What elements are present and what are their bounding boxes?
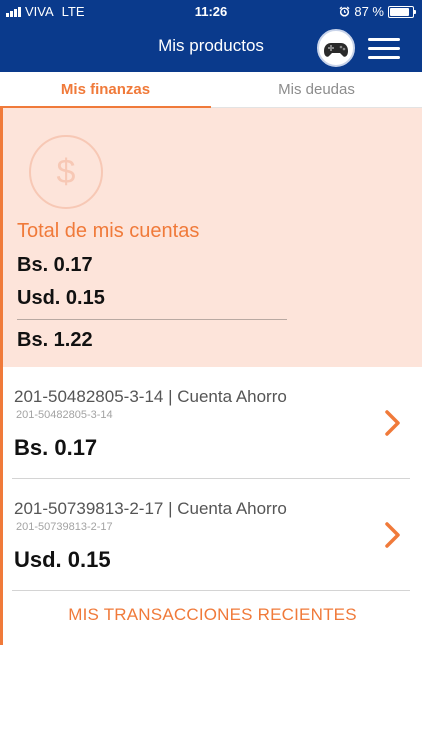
dollar-circle-icon: $ [29, 135, 103, 209]
recent-transactions-link[interactable]: MIS TRANSACCIONES RECIENTES [3, 605, 422, 625]
battery-info: 87 % [339, 4, 416, 19]
summary-bs-balance: Bs. 0.17 [17, 254, 93, 276]
chevron-right-icon[interactable] [383, 409, 403, 437]
chevron-right-icon[interactable] [383, 521, 403, 549]
account-balance: Usd. 0.15 [14, 547, 111, 572]
summary-total-balance: Bs. 1.22 [17, 329, 93, 351]
accounts-summary-card: $ Total de mis cuentas Bs. 0.17 Usd. 0.1… [3, 108, 422, 367]
menu-button[interactable] [368, 38, 400, 60]
account-number: 201-50482805-3-14 [16, 409, 113, 421]
tab-bar: Mis finanzas Mis deudas [0, 72, 422, 108]
app-header: VIVA LTE 11:26 87 % Mis productos [0, 0, 422, 72]
row-divider [12, 590, 410, 591]
summary-divider [17, 319, 287, 320]
tab-mis-deudas[interactable]: Mis deudas [211, 72, 422, 108]
account-row[interactable]: 201-50482805-3-14 | Cuenta Ahorro 201-50… [3, 367, 422, 479]
battery-icon [388, 5, 416, 18]
summary-usd-balance: Usd. 0.15 [17, 287, 105, 309]
status-bar: VIVA LTE 11:26 87 % [0, 0, 422, 22]
account-row[interactable]: 201-50739813-2-17 | Cuenta Ahorro 201-50… [3, 479, 422, 591]
alarm-clock-icon [339, 6, 350, 17]
account-balance: Bs. 0.17 [14, 435, 98, 460]
svg-text:$: $ [57, 153, 76, 191]
account-title: 201-50739813-2-17 | Cuenta Ahorro [14, 499, 287, 518]
battery-percent: 87 % [354, 4, 384, 19]
gamepad-icon [324, 43, 348, 57]
tab-mis-finanzas[interactable]: Mis finanzas [0, 72, 211, 108]
account-number: 201-50739813-2-17 [16, 521, 113, 533]
avatar[interactable] [317, 29, 355, 67]
summary-title: Total de mis cuentas [17, 220, 200, 242]
page-title: Mis productos [158, 36, 264, 55]
account-title: 201-50482805-3-14 | Cuenta Ahorro [14, 387, 287, 406]
